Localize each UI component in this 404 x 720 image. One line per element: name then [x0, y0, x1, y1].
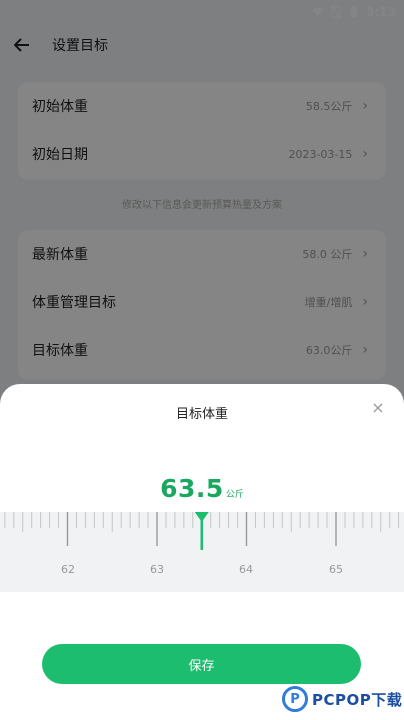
watermark: P PCPOP下载 [282, 686, 402, 712]
pcpop-logo-icon: P [282, 686, 308, 712]
selected-weight-value: 63.5 [160, 474, 224, 503]
target-weight-sheet: 目标体重 × 63.5 公斤 62 63 64 65 保存 [0, 384, 404, 720]
save-button[interactable]: 保存 [42, 644, 361, 684]
ruler-indicator-pointer[interactable] [194, 512, 209, 522]
ruler-label: 63 [150, 563, 164, 576]
weight-ruler-slider[interactable]: 62 63 64 65 [0, 512, 404, 592]
ruler-ticks [4, 512, 400, 550]
close-icon[interactable]: × [368, 398, 388, 418]
selected-weight: 63.5 公斤 [0, 474, 404, 503]
ruler-label: 65 [329, 563, 343, 576]
watermark-text: PCPOP下载 [312, 690, 403, 709]
ruler-label: 64 [239, 563, 253, 576]
ruler-label: 62 [61, 563, 75, 576]
selected-weight-unit: 公斤 [225, 490, 244, 500]
sheet-title: 目标体重 [175, 407, 228, 422]
